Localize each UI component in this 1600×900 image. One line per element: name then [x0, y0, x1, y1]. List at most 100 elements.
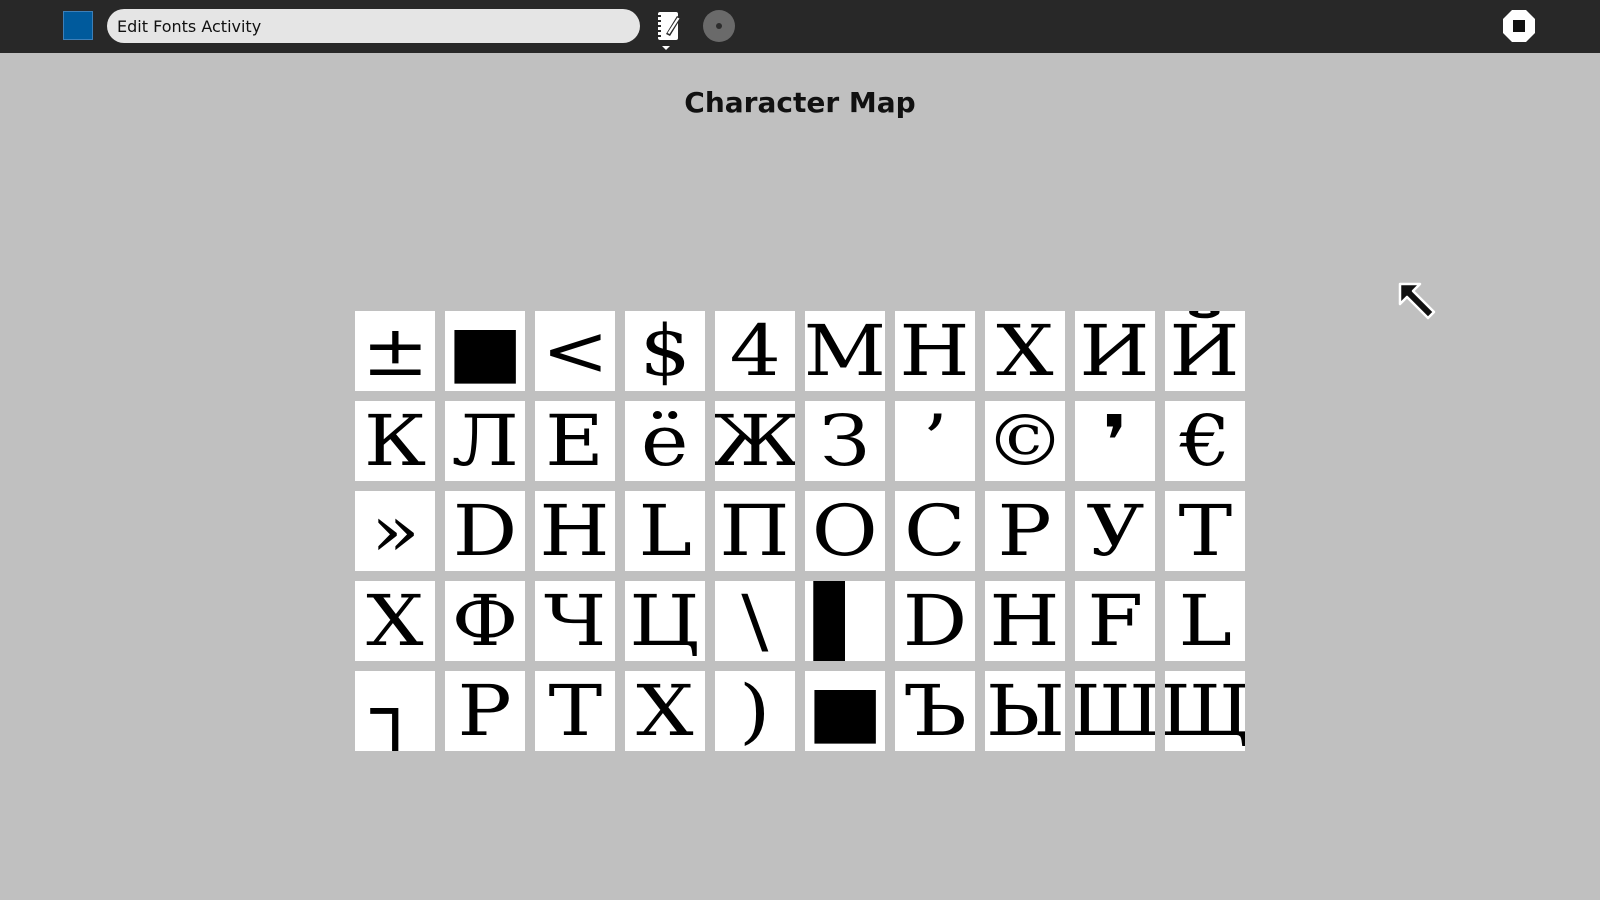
glyph-cell[interactable]: К [355, 401, 435, 481]
glyph-character: < [541, 311, 609, 391]
glyph-cell[interactable]: З [805, 401, 885, 481]
glyph-cell[interactable]: Ъ [895, 671, 975, 751]
glyph-character: ▌ [814, 581, 876, 661]
glyph-character: Ф [451, 581, 519, 661]
activity-toolbar [0, 0, 1600, 53]
glyph-cell[interactable]: У [1075, 491, 1155, 571]
glyph-cell[interactable]: И [1075, 311, 1155, 391]
glyph-cell[interactable]: X [625, 671, 705, 751]
glyph-cell[interactable]: Е [535, 401, 615, 481]
glyph-cell[interactable]: Х [355, 581, 435, 661]
glyph-cell[interactable]: ’ [895, 401, 975, 481]
glyph-cell[interactable]: € [1165, 401, 1245, 481]
activity-icon[interactable] [63, 11, 93, 40]
glyph-cell[interactable]: H [535, 491, 615, 571]
glyph-character: Ш [1075, 671, 1155, 751]
glyph-character: Ж [715, 401, 795, 481]
glyph-character: € [1179, 401, 1231, 481]
glyph-cell[interactable]: ▌ [805, 581, 885, 661]
glyph-character: X [996, 311, 1054, 391]
glyph-cell[interactable]: Ш [1075, 671, 1155, 751]
glyph-cell[interactable]: Т [1165, 491, 1245, 571]
glyph-character: Ц [629, 581, 701, 661]
glyph-character: Е [545, 401, 605, 481]
glyph-cell[interactable]: ± [355, 311, 435, 391]
glyph-cell[interactable]: ё [625, 401, 705, 481]
page-title: Character Map [684, 86, 916, 119]
glyph-character: H [989, 581, 1061, 661]
glyph-character: С [904, 491, 966, 571]
glyph-cell[interactable]: M [805, 311, 885, 391]
glyph-cell[interactable]: D [895, 581, 975, 661]
glyph-character: Р [997, 491, 1053, 571]
glyph-cell[interactable]: X [985, 311, 1065, 391]
glyph-character: L [638, 491, 692, 571]
glyph-character: L [1178, 581, 1232, 661]
glyph-cell[interactable]: \ [715, 581, 795, 661]
glyph-cell[interactable]: T [535, 671, 615, 751]
glyph-cell[interactable]: ❜ [1075, 401, 1155, 481]
glyph-cell[interactable]: ■ [445, 311, 525, 391]
glyph-character: ■ [806, 671, 884, 751]
glyph-cell[interactable]: © [985, 401, 1065, 481]
glyph-character: П [719, 491, 791, 571]
glyph-cell[interactable]: Ы [985, 671, 1065, 751]
glyph-cell[interactable]: С [895, 491, 975, 571]
glyph-character: » [370, 491, 420, 571]
glyph-cell[interactable]: L [1165, 581, 1245, 661]
glyph-cell[interactable]: P [445, 671, 525, 751]
glyph-cell[interactable]: ┐ [355, 671, 435, 751]
glyph-character: Щ [1165, 671, 1245, 751]
glyph-character: M [805, 311, 885, 391]
glyph-cell[interactable]: H [895, 311, 975, 391]
glyph-character: \ [741, 581, 769, 661]
glyph-character: Ы [985, 671, 1065, 751]
glyph-character: H [539, 491, 611, 571]
dropdown-caret-icon [662, 46, 670, 50]
glyph-character: ё [641, 401, 689, 481]
glyph-character: З [819, 401, 871, 481]
glyph-cell[interactable]: ■ [805, 671, 885, 751]
glyph-character: Л [451, 401, 519, 481]
glyph-cell[interactable]: H [985, 581, 1065, 661]
stop-icon[interactable] [1502, 9, 1536, 43]
glyph-character: ± [361, 311, 429, 391]
glyph-cell[interactable]: Л [445, 401, 525, 481]
glyph-cell[interactable]: Щ [1165, 671, 1245, 751]
share-icon[interactable] [703, 10, 735, 42]
glyph-character: 4 [729, 311, 781, 391]
glyph-character: P [457, 671, 513, 751]
glyph-cell[interactable]: Ф [445, 581, 525, 661]
glyph-cell[interactable]: Ж [715, 401, 795, 481]
character-grid: ±■<$4MHXИЙКЛЕёЖЗ’©❜€»DHLПОСРУТХФЧЦ\▌DHFL… [355, 311, 1245, 751]
glyph-cell[interactable]: » [355, 491, 435, 571]
journal-icon[interactable] [650, 9, 684, 50]
glyph-character: D [902, 581, 968, 661]
glyph-cell[interactable]: D [445, 491, 525, 571]
glyph-cell[interactable]: П [715, 491, 795, 571]
glyph-cell[interactable]: L [625, 491, 705, 571]
glyph-character: ┐ [370, 671, 420, 751]
glyph-character: ❜ [1102, 401, 1128, 481]
glyph-cell[interactable]: 4 [715, 311, 795, 391]
activity-title-input[interactable] [107, 9, 640, 43]
glyph-character: Ъ [903, 671, 967, 751]
glyph-cell[interactable]: Ч [535, 581, 615, 661]
mouse-pointer-icon [1398, 282, 1438, 322]
glyph-character: H [899, 311, 971, 391]
glyph-cell[interactable]: О [805, 491, 885, 571]
glyph-character: T [548, 671, 602, 751]
glyph-character: © [985, 401, 1065, 481]
glyph-cell[interactable]: Й [1165, 311, 1245, 391]
glyph-cell[interactable]: Ц [625, 581, 705, 661]
glyph-cell[interactable]: ) [715, 671, 795, 751]
glyph-character: К [363, 401, 427, 481]
glyph-character: ■ [446, 311, 524, 391]
glyph-cell[interactable]: < [535, 311, 615, 391]
glyph-character: ’ [922, 401, 948, 481]
glyph-character: Х [366, 581, 424, 661]
glyph-character: X [636, 671, 694, 751]
glyph-cell[interactable]: F [1075, 581, 1155, 661]
glyph-cell[interactable]: $ [625, 311, 705, 391]
glyph-cell[interactable]: Р [985, 491, 1065, 571]
